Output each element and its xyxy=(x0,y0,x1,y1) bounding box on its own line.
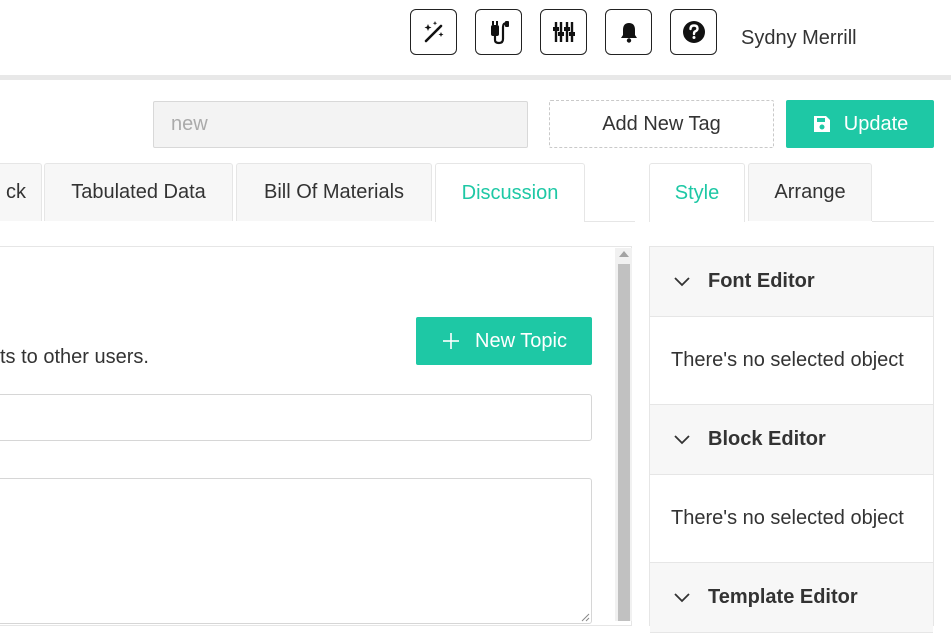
add-new-tag-button[interactable]: Add New Tag xyxy=(549,100,774,148)
topic-title-input[interactable] xyxy=(0,394,592,441)
magic-wand-button[interactable] xyxy=(410,9,457,55)
plus-icon xyxy=(443,333,460,349)
section-title: Font Editor xyxy=(708,270,815,292)
chevron-down-icon xyxy=(674,276,690,286)
template-editor-header[interactable]: Template Editor xyxy=(650,563,933,633)
save-icon xyxy=(813,116,830,132)
new-topic-button[interactable]: New Topic xyxy=(416,317,592,365)
sliders-icon xyxy=(552,22,575,42)
tab-tabulated-data[interactable]: Tabulated Data xyxy=(44,163,233,221)
font-editor-header[interactable]: Font Editor xyxy=(650,247,933,317)
empty-selection-text: There's no selected object xyxy=(671,507,904,529)
font-editor-body: There's no selected object xyxy=(650,317,933,405)
tab-bill-of-materials[interactable]: Bill Of Materials xyxy=(236,163,432,221)
update-label: Update xyxy=(843,112,909,135)
empty-selection-text: There's no selected object xyxy=(671,349,904,371)
tab-label: ck xyxy=(6,181,26,203)
tab-style[interactable]: Style xyxy=(649,163,745,222)
new-topic-label: New Topic xyxy=(475,329,567,352)
tab-divider xyxy=(872,221,934,222)
tab-partial[interactable]: ck xyxy=(0,163,42,221)
tab-arrange[interactable]: Arrange xyxy=(748,163,872,221)
tab-label: Tabulated Data xyxy=(71,181,206,203)
plug-button[interactable] xyxy=(475,9,522,55)
tab-label: Style xyxy=(674,181,720,204)
topic-body-textarea[interactable] xyxy=(0,478,592,624)
tab-divider xyxy=(585,221,635,222)
user-name[interactable]: Sydny Merrill xyxy=(741,27,857,50)
block-editor-body: There's no selected object xyxy=(650,475,933,563)
section-title: Template Editor xyxy=(708,586,858,608)
help-button[interactable] xyxy=(670,9,717,55)
tab-label: Bill Of Materials xyxy=(263,181,405,203)
block-editor-header[interactable]: Block Editor xyxy=(650,405,933,475)
tab-discussion[interactable]: Discussion xyxy=(435,163,585,222)
discussion-hint-text: ts to other users. xyxy=(0,346,149,368)
plug-icon xyxy=(490,21,509,45)
magic-wand-icon xyxy=(424,21,443,43)
top-bar: Sydny Merrill xyxy=(0,0,951,80)
sliders-button[interactable] xyxy=(540,9,587,55)
bell-icon xyxy=(620,23,637,43)
tab-label: Discussion xyxy=(461,181,559,204)
update-button[interactable]: Update xyxy=(786,100,934,148)
scrollbar-thumb[interactable] xyxy=(618,264,630,621)
tab-label: Arrange xyxy=(774,181,846,203)
chevron-down-icon xyxy=(674,592,690,602)
section-title: Block Editor xyxy=(708,428,826,450)
scroll-up-arrow-icon[interactable] xyxy=(619,251,629,257)
notifications-button[interactable] xyxy=(605,9,652,55)
help-icon xyxy=(682,21,705,43)
tag-search-input[interactable]: new xyxy=(153,101,528,148)
chevron-down-icon xyxy=(674,434,690,444)
